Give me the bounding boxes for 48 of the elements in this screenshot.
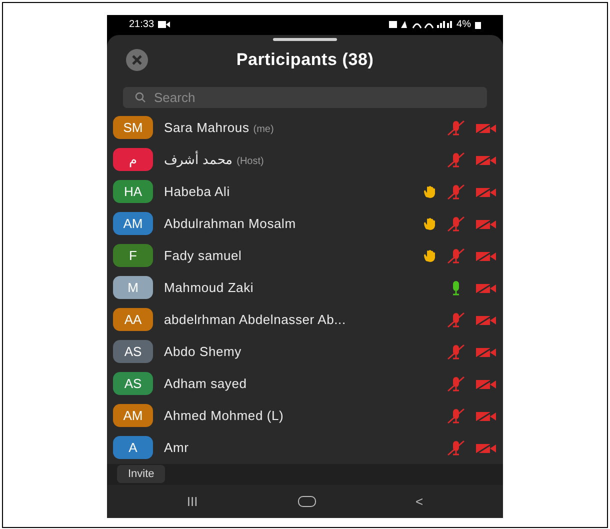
muted-microphone-icon[interactable] xyxy=(447,376,465,392)
panel-title: Participants (38) xyxy=(236,50,374,70)
avatar: AM xyxy=(113,404,153,428)
muted-microphone-icon[interactable] xyxy=(447,216,465,232)
avatar: M xyxy=(113,276,153,300)
muted-microphone-icon[interactable] xyxy=(447,248,465,264)
avatar: AA xyxy=(113,308,153,332)
back-button[interactable]: < xyxy=(415,494,424,509)
participant-name: Habeba Ali xyxy=(164,184,230,200)
avatar: A xyxy=(113,436,153,460)
participant-name: Sara Mahrous xyxy=(164,120,250,136)
muted-microphone-icon[interactable] xyxy=(447,408,465,424)
clock-time: 21:33 xyxy=(129,19,154,30)
participant-name: Mahmoud Zaki xyxy=(164,280,254,296)
search-icon xyxy=(135,92,146,103)
participant-name: Fady samuel xyxy=(164,248,242,264)
signal-icons xyxy=(388,20,453,30)
avatar: HA xyxy=(113,180,153,204)
muted-microphone-icon[interactable] xyxy=(447,312,465,328)
home-button[interactable] xyxy=(298,496,316,507)
avatar: AM xyxy=(113,212,153,236)
participant-name: Ahmed Mohmed (L) xyxy=(164,408,284,424)
participant-name: محمد أشرف xyxy=(164,152,233,168)
close-icon[interactable] xyxy=(126,48,148,71)
drag-handle[interactable] xyxy=(273,38,337,41)
search-field[interactable]: Search xyxy=(123,86,487,108)
avatar: AS xyxy=(113,340,153,364)
participant-name: abdelrhman Abdelnasser Ab... xyxy=(164,312,346,328)
participant-name: Abdulrahman Mosalm xyxy=(164,216,296,232)
muted-microphone-icon[interactable] xyxy=(447,152,465,168)
participant-name: Abdo Shemy xyxy=(164,344,242,360)
participant-tag: (Host) xyxy=(236,156,264,168)
avatar: م xyxy=(113,148,153,172)
muted-microphone-icon[interactable] xyxy=(447,184,465,200)
battery-icon xyxy=(475,20,481,29)
battery-percent: 4% xyxy=(456,19,471,30)
avatar: SM xyxy=(113,116,153,140)
recents-button[interactable]: III xyxy=(186,494,198,509)
muted-microphone-icon[interactable] xyxy=(447,120,465,136)
avatar: AS xyxy=(113,372,153,396)
participant-name: Amr xyxy=(164,440,189,456)
muted-microphone-icon[interactable] xyxy=(447,344,465,360)
avatar: F xyxy=(113,244,153,268)
invite-button[interactable]: Invite xyxy=(117,465,166,484)
muted-microphone-icon[interactable] xyxy=(447,440,465,456)
participant-name: Adham sayed xyxy=(164,376,247,392)
video-camera-icon xyxy=(158,21,170,28)
participant-tag: (me) xyxy=(253,124,274,136)
